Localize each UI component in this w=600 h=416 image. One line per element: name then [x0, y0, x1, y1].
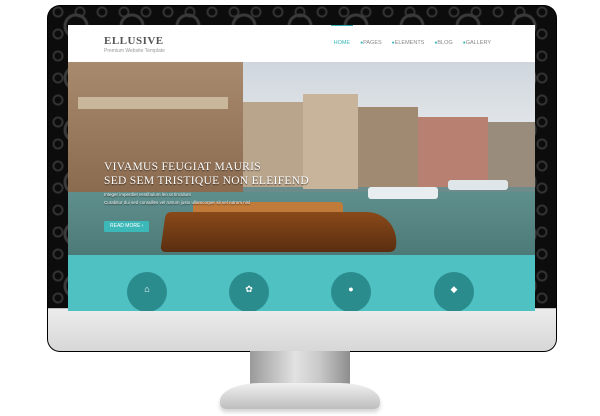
ribbon-icon[interactable]: ✿: [229, 272, 269, 311]
monitor-stand-neck: [250, 351, 350, 385]
hero-text-line: Curabitur dui sed consulles vel rutrum j…: [104, 200, 251, 205]
monitor-stand-base: [220, 383, 380, 409]
nav-item-gallery[interactable]: ●GALLERY: [463, 40, 491, 46]
home-icon[interactable]: ⌂: [127, 272, 167, 311]
site-logo[interactable]: ELLUSIVE Premium Website Template: [104, 35, 165, 54]
hero-slider[interactable]: VIVAMUS FEUGIAT MAURIS SED SEM TRISTIQUE…: [68, 62, 535, 255]
hero-boat: [368, 187, 438, 199]
nav-item-home[interactable]: HOME: [330, 25, 353, 46]
hero-text-line: Integer imperdiet vestibulum leo ut tinc…: [104, 192, 191, 197]
site-header: ELLUSIVE Premium Website Template HOME ●…: [68, 25, 535, 62]
hero-building: [488, 122, 535, 187]
hero-boat: [448, 180, 508, 190]
nav-label: BLOG: [437, 40, 453, 46]
hero-building: [358, 107, 418, 187]
hero-boat-hull: [160, 212, 401, 252]
logo-tagline: Premium Website Template: [104, 48, 165, 54]
main-nav: HOME ●PAGES ●ELEMENTS ●BLOG ●GALLERY: [330, 25, 491, 46]
hero-title-line: VIVAMUS FEUGIAT MAURIS: [104, 161, 261, 173]
monitor-chin: [48, 308, 556, 351]
nav-item-blog[interactable]: ●BLOG: [434, 40, 452, 46]
nav-label: ELEMENTS: [394, 40, 425, 46]
nav-label: HOME: [333, 40, 351, 46]
tag-icon[interactable]: ◆: [434, 272, 474, 311]
read-more-button[interactable]: READ MORE ›: [104, 221, 150, 232]
nav-label: PAGES: [363, 40, 382, 46]
nav-item-pages[interactable]: ●PAGES: [360, 40, 382, 46]
chat-icon[interactable]: ●: [331, 272, 371, 311]
nav-item-elements[interactable]: ●ELEMENTS: [392, 40, 425, 46]
hero-building: [418, 117, 488, 187]
logo-title: ELLUSIVE: [104, 35, 164, 47]
hero-title-line: SED SEM TRISTIQUE NON ELEIFEND: [104, 175, 309, 187]
nav-label: GALLERY: [465, 40, 491, 46]
hero-building: [78, 97, 228, 109]
hero-text: Integer imperdiet vestibulum leo ut tinc…: [104, 191, 314, 207]
hero-building: [303, 94, 358, 189]
monitor-screen: ELLUSIVE Premium Website Template HOME ●…: [68, 25, 535, 311]
hero-title: VIVAMUS FEUGIAT MAURIS SED SEM TRISTIQUE…: [104, 160, 309, 188]
